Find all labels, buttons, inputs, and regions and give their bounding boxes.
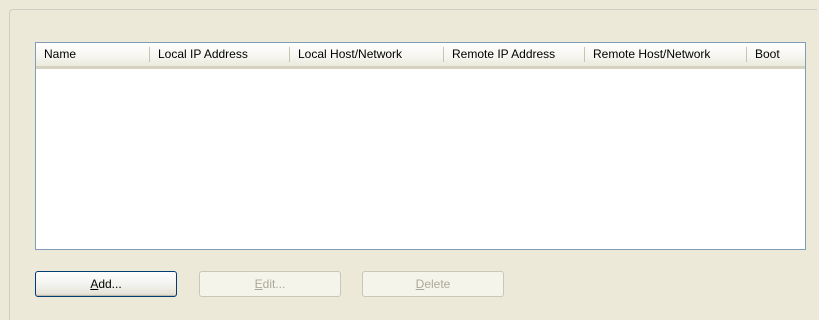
add-button[interactable]: Add... — [35, 271, 177, 297]
column-header-local-host-network[interactable]: Local Host/Network — [290, 43, 444, 66]
edit-button-label: dit... — [262, 277, 286, 291]
add-button-label: dd... — [98, 277, 122, 291]
column-header-name[interactable]: Name — [36, 43, 150, 66]
delete-button-mnemonic: D — [415, 277, 425, 291]
delete-button-label: elete — [424, 277, 451, 291]
delete-button[interactable]: Delete — [362, 271, 504, 297]
edit-button-mnemonic: E — [254, 277, 263, 291]
column-header-remote-ip-address[interactable]: Remote IP Address — [444, 43, 585, 66]
list-header: Name Local IP Address Local Host/Network… — [36, 43, 805, 69]
connections-list[interactable]: Name Local IP Address Local Host/Network… — [35, 42, 806, 250]
column-header-boot[interactable]: Boot — [747, 43, 805, 66]
column-header-local-ip-address[interactable]: Local IP Address — [150, 43, 290, 66]
edit-button[interactable]: Edit... — [199, 271, 341, 297]
column-header-remote-host-network[interactable]: Remote Host/Network — [585, 43, 747, 66]
